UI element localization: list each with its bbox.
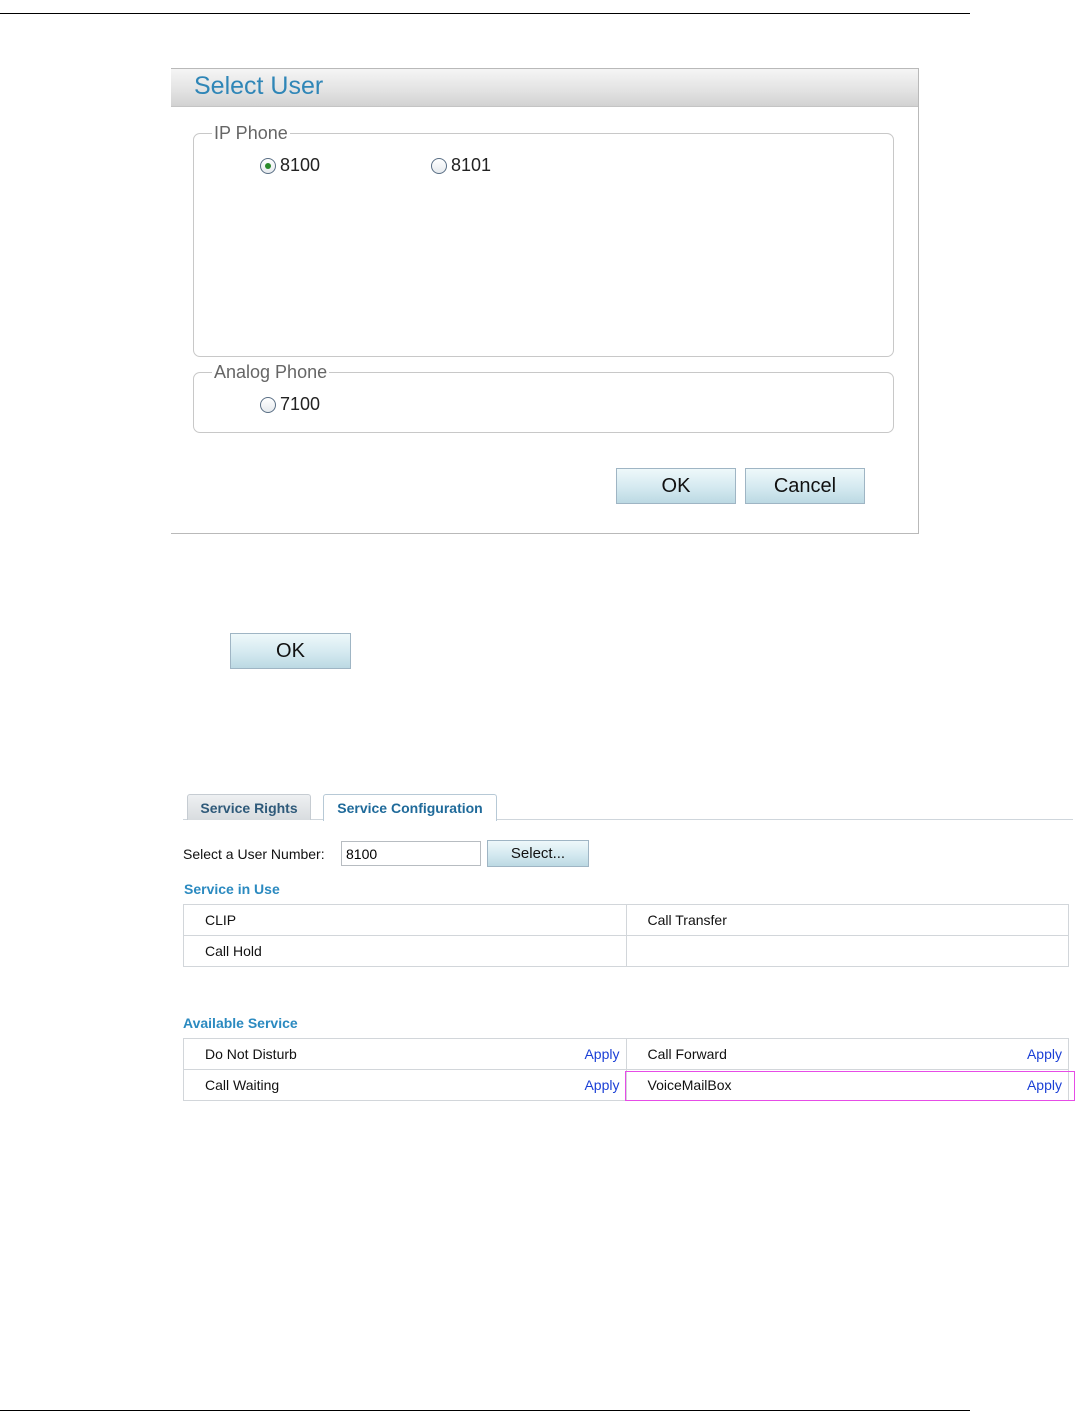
- service-cell: Call Transfer: [625, 904, 1069, 936]
- dialog-cancel-button[interactable]: Cancel: [745, 468, 865, 504]
- tab-bar: Service Rights Service Configuration: [183, 794, 1073, 821]
- dialog-title: Select User: [194, 72, 324, 100]
- radio-8100[interactable]: 8100: [260, 155, 320, 176]
- ip-phone-legend: IP Phone: [214, 123, 288, 143]
- top-rule: [0, 13, 970, 14]
- radio-7100-label: 7100: [280, 394, 321, 414]
- analog-phone-legend: Analog Phone: [214, 362, 328, 382]
- tab-service-rights[interactable]: Service Rights: [187, 794, 311, 820]
- service-cell: [625, 935, 1069, 967]
- select-user-dialog: Select User IP Phone 8100 8101 Analog Ph…: [171, 68, 919, 534]
- radio-unchecked-icon[interactable]: [260, 396, 276, 413]
- table-row: CLIP Call Transfer: [183, 904, 1069, 936]
- table-row: Do Not Disturb Apply Call Forward Apply: [183, 1038, 1069, 1070]
- service-name: Do Not Disturb: [205, 1046, 297, 1062]
- dialog-ok-button[interactable]: OK: [616, 468, 736, 504]
- radio-7100[interactable]: 7100: [260, 394, 320, 415]
- voicemailbox-highlight: [625, 1071, 1075, 1101]
- select-user-button[interactable]: Select...: [487, 840, 589, 867]
- available-service-title: Available Service: [183, 1015, 298, 1031]
- available-service-cell: Call Waiting Apply: [183, 1069, 627, 1101]
- service-in-use-title: Service in Use: [184, 881, 280, 897]
- available-service-cell: Do Not Disturb Apply: [183, 1038, 627, 1070]
- apply-link[interactable]: Apply: [1027, 1046, 1062, 1062]
- radio-8100-label: 8100: [280, 155, 321, 175]
- user-number-label: Select a User Number:: [183, 846, 325, 862]
- radio-8101[interactable]: 8101: [431, 155, 491, 176]
- apply-link[interactable]: Apply: [584, 1077, 619, 1093]
- service-in-use-table: CLIP Call Transfer Call Hold: [183, 904, 1069, 967]
- table-row: Call Hold: [183, 935, 1069, 967]
- tab-bar-underline: [183, 819, 1073, 820]
- radio-8101-label: 8101: [451, 155, 492, 175]
- service-name: Call Forward: [647, 1046, 727, 1062]
- service-name: Call Waiting: [205, 1077, 280, 1093]
- tab-service-configuration[interactable]: Service Configuration: [323, 794, 497, 821]
- apply-link[interactable]: Apply: [584, 1046, 619, 1062]
- available-service-cell: Call Forward Apply: [625, 1038, 1069, 1070]
- bottom-rule: [0, 1410, 970, 1411]
- service-cell: Call Hold: [183, 935, 627, 967]
- user-number-input[interactable]: [341, 841, 481, 866]
- radio-unchecked-icon[interactable]: [431, 157, 447, 174]
- radio-checked-icon[interactable]: [260, 157, 276, 174]
- ok-button[interactable]: OK: [230, 633, 351, 669]
- service-cell: CLIP: [183, 904, 627, 936]
